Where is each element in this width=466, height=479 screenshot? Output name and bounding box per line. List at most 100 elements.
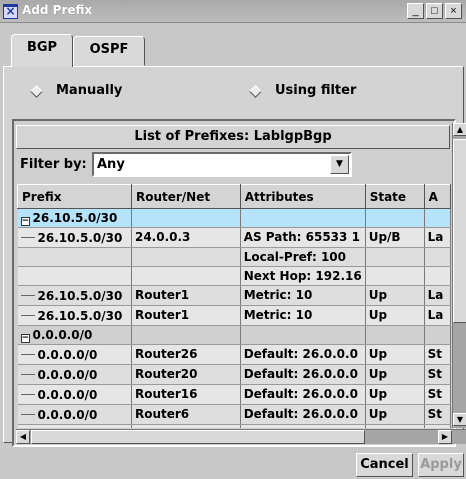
extra-cell: St <box>424 364 451 385</box>
tab-ospf[interactable]: OSPF <box>73 36 145 66</box>
tree-branch-line <box>20 405 35 415</box>
prefix-cell: 26.10.5.0/30 <box>17 227 132 248</box>
close-button[interactable]: × <box>445 3 462 19</box>
filter-select-value: Any <box>97 157 125 172</box>
state-cell <box>365 247 425 267</box>
extra-cell: St <box>424 404 451 425</box>
column-header-state[interactable]: State <box>364 184 425 209</box>
tab-bgp[interactable]: BGP <box>11 34 73 67</box>
radio-diamond-icon <box>249 84 262 98</box>
table-group-row[interactable]: −0.0.0.0/0 <box>17 325 451 345</box>
tree-branch-line <box>20 286 35 296</box>
prefix-text: 26.10.5.0/30 <box>37 289 123 303</box>
table-row[interactable]: 0.0.0.0/0 Router16 Default: 26.0.0.0 Up St <box>17 384 451 405</box>
column-header-router-net[interactable]: Router/Net <box>130 184 241 209</box>
title-bar: × Add Prefix _ □ × <box>0 0 466 23</box>
state-cell <box>365 208 425 228</box>
tree-branch-line <box>20 385 35 395</box>
table-row[interactable]: Local-Pref: 100 <box>17 247 451 267</box>
prefix-cell: 26.10.5.0/30 <box>17 305 132 326</box>
state-cell: Up <box>365 305 425 326</box>
table-row[interactable]: 0.0.0.0/0 Router6 Default: 26.0.0.0 Up St <box>17 404 451 425</box>
state-cell <box>365 325 425 345</box>
state-cell: Up <box>365 344 425 365</box>
prefix-cell: 0.0.0.0/0 <box>17 364 132 385</box>
tree-branch-line <box>21 425 35 428</box>
extra-cell: La <box>424 305 451 326</box>
scroll-left-icon[interactable]: ◀ <box>16 430 30 444</box>
attributes-cell: Metric: 10 <box>240 285 366 306</box>
state-cell: Up/B <box>365 227 425 248</box>
table-row[interactable]: 0.0.0.0/0 Router20 Default: 26.0.0.0 Up St <box>17 364 451 385</box>
attributes-cell: Default: 26.0.0.0 <box>240 344 366 365</box>
router-cell: Router6 <box>131 404 241 425</box>
radio-using-filter-label: Using filter <box>275 83 357 98</box>
state-cell <box>365 266 425 286</box>
prefix-cell: −26.10.5.0/30 <box>17 208 132 228</box>
filter-select[interactable]: Any ▼ <box>92 152 352 177</box>
router-cell: Router20 <box>131 364 241 385</box>
horizontal-scrollbar[interactable]: ◀ ▶ <box>16 429 466 444</box>
attributes-cell: Local-Pref: 100 <box>240 247 366 267</box>
router-cell <box>131 325 241 345</box>
state-cell: Up <box>365 364 425 385</box>
column-header-extra[interactable]: A <box>423 184 451 209</box>
attributes-cell: Default: 26.0.0.0 <box>240 404 366 425</box>
scroll-up-icon[interactable]: ▲ <box>453 123 466 136</box>
prefix-cell: −0.0.0.0/0 <box>17 325 132 345</box>
chevron-down-icon[interactable]: ▼ <box>330 155 349 174</box>
horizontal-scroll-thumb[interactable] <box>31 430 365 444</box>
router-cell: Router26 <box>131 344 241 365</box>
apply-button[interactable]: Apply <box>418 453 464 477</box>
vertical-scroll-thumb[interactable] <box>453 139 466 323</box>
list-title: List of Prefixes: LablgpBgp <box>16 125 450 149</box>
extra-cell <box>424 208 451 228</box>
radio-manually[interactable]: Manually <box>28 81 122 101</box>
prefix-text: 26.10.5.0/30 <box>37 231 123 245</box>
tree-branch-line <box>20 365 35 375</box>
maximize-button[interactable]: □ <box>426 3 443 19</box>
table-row[interactable]: Next Hop: 192.16 <box>17 266 451 286</box>
table-row[interactable]: 0.0.0.0/0Router12NextHop: 192.16UpSt <box>17 424 451 428</box>
collapse-toggle-icon[interactable]: − <box>20 217 30 226</box>
prefix-text: 26.10.5.0/30 <box>32 211 118 225</box>
scroll-down-icon[interactable]: ▼ <box>453 413 466 426</box>
state-cell: Up <box>365 424 425 428</box>
prefix-cell <box>17 266 132 286</box>
vertical-scrollbar[interactable]: ▲ ▼ <box>452 123 466 428</box>
column-header-attributes[interactable]: Attributes <box>239 184 366 209</box>
extra-cell: St <box>424 424 451 428</box>
tree-branch-line <box>20 228 35 238</box>
collapse-toggle-icon[interactable]: − <box>20 334 30 343</box>
prefix-cell: 0.0.0.0/0 <box>17 344 132 365</box>
router-cell: Router12 <box>131 424 241 428</box>
router-cell <box>131 208 241 228</box>
radio-using-filter[interactable]: Using filter <box>247 81 356 101</box>
minimize-button[interactable]: _ <box>407 3 424 19</box>
table-row[interactable]: 0.0.0.0/0 Router26 Default: 26.0.0.0 Up St <box>17 344 451 365</box>
prefix-cell: 0.0.0.0/0 <box>17 404 132 425</box>
attributes-cell <box>240 208 366 228</box>
extra-cell: St <box>424 384 451 405</box>
table-row[interactable]: 26.10.5.0/30 Router1 Metric: 10 Up La <box>17 305 451 326</box>
prefix-text: 26.10.5.0/30 <box>37 309 123 323</box>
prefix-cell: 26.10.5.0/30 <box>17 285 132 306</box>
prefix-table: Prefix Router/Net Attributes State A −26… <box>17 184 451 428</box>
table-group-row[interactable]: −26.10.5.0/30 <box>17 208 451 228</box>
state-cell: Up <box>365 404 425 425</box>
table-row[interactable]: 26.10.5.0/30 Router1 Metric: 10 Up La <box>17 285 451 306</box>
column-header-prefix[interactable]: Prefix <box>17 184 132 209</box>
attributes-cell: Next Hop: 192.16 <box>240 266 366 286</box>
prefix-text: 0.0.0.0/0 <box>37 388 98 402</box>
tree-branch-line <box>20 306 35 316</box>
window-title: Add Prefix <box>22 3 93 17</box>
table-row[interactable]: 26.10.5.0/30 24.0.0.3 AS Path: 65533 1 Up/B… <box>17 227 451 248</box>
extra-cell <box>424 266 451 286</box>
cancel-button[interactable]: Cancel <box>356 453 413 477</box>
table-body: −26.10.5.0/30 26.10.5.0/30 24.0.0.3 AS Path… <box>17 208 451 428</box>
scroll-right-icon[interactable]: ▶ <box>438 430 452 444</box>
state-cell: Up <box>365 285 425 306</box>
filter-label: Filter by: <box>20 157 87 172</box>
prefix-cell: 0.0.0.0/0 <box>17 424 132 428</box>
attributes-cell: AS Path: 65533 1 <box>240 227 366 248</box>
